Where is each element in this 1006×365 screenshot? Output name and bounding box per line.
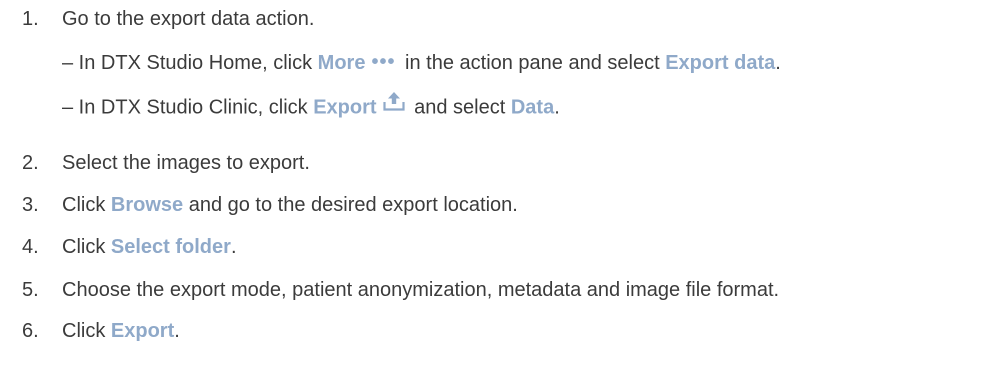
substep-text: . [775,52,781,74]
step-number: 5. [22,279,39,301]
ui-label-select-folder: Select folder [110,236,231,258]
ui-label-browse: Browse [110,194,184,216]
substep-text: and select [408,96,511,119]
step-text-post: . [174,320,180,342]
step-text-post: . [230,236,237,258]
instruction-document: 1. Go to the export data action. – In DT… [0,0,1006,365]
step-text-pre: Click [62,236,111,258]
step-number: 4. [22,236,39,258]
ui-label-export: Export [313,96,377,119]
ui-label-export-data: Export data [665,52,776,74]
substep-text: – In DTX Studio Home, click [62,52,318,74]
step-text: Click Select folder. [62,235,237,259]
ui-label-more: More [317,52,366,74]
substep-text: . [554,96,560,119]
step-number: 3. [22,194,39,216]
substep-text: – In DTX Studio Clinic, click [62,96,314,119]
ui-label-export: Export [110,320,175,342]
more-dots-icon: ••• [371,50,396,73]
substep-dtx-home: – In DTX Studio Home, click More ••• in t… [62,51,781,76]
step-text-pre: Click [62,320,111,342]
step-number: 6. [22,320,39,342]
step-text-post: and go to the desired export location. [183,194,518,216]
step-text: Select the images to export. [62,152,310,174]
step-number: 2. [22,152,39,174]
step-text: Go to the export data action. [62,8,315,30]
substep-text: in the action pane and select [399,52,666,74]
step-number: 1. [22,8,39,30]
substep-dtx-clinic: – In DTX Studio Clinic, click Export and… [62,92,560,121]
step-text: Click Export. [62,319,180,343]
export-upload-icon [382,91,405,117]
step-text-pre: Click [62,194,111,216]
step-text: Click Browse and go to the desired expor… [62,193,518,217]
step-text: Choose the export mode, patient anonymiz… [62,279,780,301]
ui-label-data: Data [510,96,555,119]
